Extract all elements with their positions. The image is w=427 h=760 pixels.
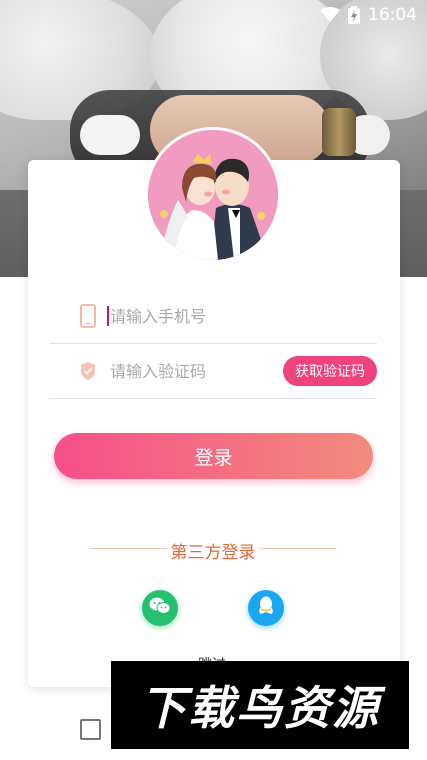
- phone-icon: [78, 303, 98, 329]
- phone-field-row: [50, 289, 377, 344]
- phone-input[interactable]: [110, 306, 280, 326]
- shield-icon: [78, 358, 98, 384]
- wechat-icon: [149, 597, 171, 619]
- status-bar: 16:04: [0, 0, 427, 30]
- watermark-text: 下载鸟资源: [140, 681, 380, 735]
- watermark-banner: 下载鸟资源: [111, 661, 409, 749]
- third-party-divider: 第三方登录: [90, 536, 336, 563]
- login-screen: 16:04 请输入手机号 请输入验证码 获取验证码 登录 第三方登录 下载鸟资源: [0, 0, 427, 760]
- couple-avatar: [145, 127, 281, 263]
- text-cursor: [107, 306, 109, 326]
- code-input[interactable]: [110, 361, 280, 381]
- third-party-title: 第三方登录: [166, 543, 260, 563]
- login-button[interactable]: 登录: [54, 433, 373, 479]
- wifi-icon: [320, 7, 340, 23]
- battery-charging-icon: [348, 6, 360, 24]
- get-code-button[interactable]: 获取验证码: [283, 356, 377, 386]
- code-field-row: 获取验证码: [50, 344, 377, 399]
- qq-icon: [257, 595, 275, 621]
- status-time: 16:04: [368, 5, 417, 25]
- agreement-checkbox[interactable]: [80, 719, 101, 740]
- wechat-login-button[interactable]: [142, 590, 178, 626]
- qq-login-button[interactable]: [248, 590, 284, 626]
